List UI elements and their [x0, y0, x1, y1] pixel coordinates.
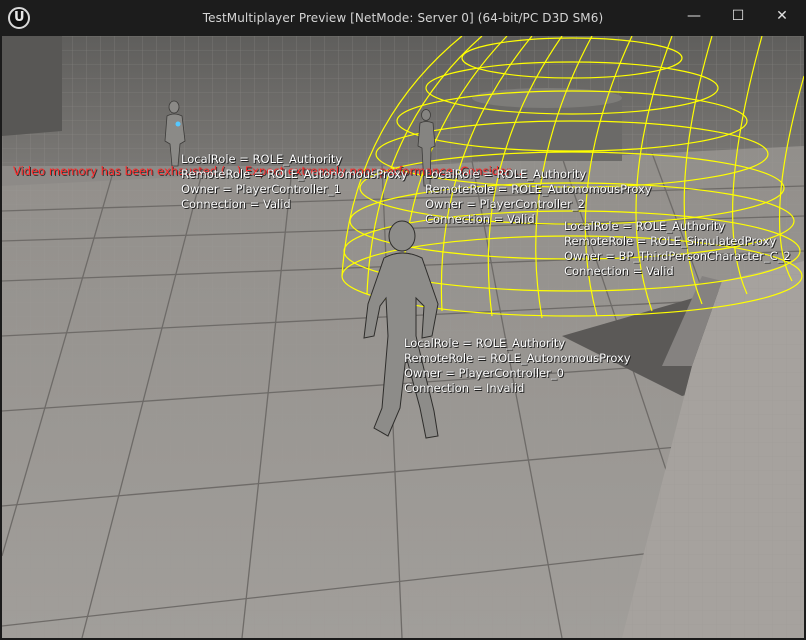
left-wall-block — [2, 36, 62, 136]
minimize-button[interactable]: — — [672, 0, 716, 32]
remote-role-text: RemoteRole = ROLE_AutonomousProxy — [181, 167, 408, 181]
maximize-icon: ☐ — [731, 8, 745, 24]
owner-text: Owner = PlayerController_0 — [404, 366, 564, 380]
close-icon: ✕ — [776, 8, 788, 24]
game-window: U TestMultiplayer Preview [NetMode: Serv… — [0, 0, 806, 640]
game-viewport[interactable]: Video memory has been exhausted (…) Expe… — [2, 36, 804, 638]
title-bar[interactable]: U TestMultiplayer Preview [NetMode: Serv… — [0, 0, 806, 36]
debug-label-player-0: LocalRole = ROLE_Authority RemoteRole = … — [404, 336, 631, 396]
remote-role-text: RemoteRole = ROLE_AutonomousProxy — [425, 182, 652, 196]
connection-text: Connection = Invalid — [404, 381, 525, 395]
local-role-text: LocalRole = ROLE_Authority — [425, 167, 587, 181]
debug-label-player-2: LocalRole = ROLE_Authority RemoteRole = … — [425, 167, 652, 227]
local-role-text: LocalRole = ROLE_Authority — [181, 152, 343, 166]
minimize-icon: — — [687, 8, 701, 24]
close-button[interactable]: ✕ — [760, 0, 804, 32]
debug-label-simulated-proxy: LocalRole = ROLE_Authority RemoteRole = … — [564, 219, 791, 279]
debug-label-player-1: LocalRole = ROLE_Authority RemoteRole = … — [181, 152, 408, 212]
remote-role-text: RemoteRole = ROLE_SimulatedProxy — [564, 234, 777, 248]
connection-text: Connection = Valid — [181, 197, 291, 211]
owner-text: Owner = PlayerController_2 — [425, 197, 585, 211]
local-role-text: LocalRole = ROLE_Authority — [564, 219, 726, 233]
connection-text: Connection = Valid — [564, 264, 674, 278]
scene-render — [2, 36, 804, 638]
owner-text: Owner = BP_ThirdPersonCharacter_C_2 — [564, 249, 791, 263]
owner-text: Owner = PlayerController_1 — [181, 182, 341, 196]
local-role-text: LocalRole = ROLE_Authority — [404, 336, 566, 350]
remote-role-text: RemoteRole = ROLE_AutonomousProxy — [404, 351, 631, 365]
maximize-button[interactable]: ☐ — [716, 0, 760, 32]
